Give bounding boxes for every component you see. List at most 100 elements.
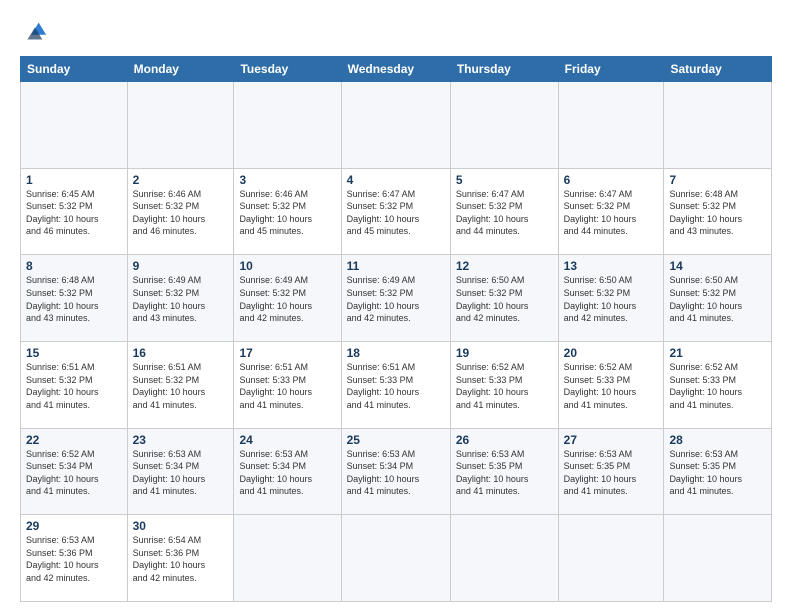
logo: [20, 18, 52, 46]
day-number: 22: [26, 433, 122, 447]
calendar-cell: [234, 515, 341, 602]
day-detail: Sunrise: 6:47 AM Sunset: 5:32 PM Dayligh…: [456, 188, 553, 238]
calendar-cell: [341, 82, 450, 169]
day-detail: Sunrise: 6:50 AM Sunset: 5:32 PM Dayligh…: [564, 274, 659, 324]
day-detail: Sunrise: 6:52 AM Sunset: 5:34 PM Dayligh…: [26, 448, 122, 498]
day-detail: Sunrise: 6:49 AM Sunset: 5:32 PM Dayligh…: [133, 274, 229, 324]
calendar-cell: 14Sunrise: 6:50 AM Sunset: 5:32 PM Dayli…: [664, 255, 772, 342]
calendar-cell: 18Sunrise: 6:51 AM Sunset: 5:33 PM Dayli…: [341, 341, 450, 428]
calendar-cell: 21Sunrise: 6:52 AM Sunset: 5:33 PM Dayli…: [664, 341, 772, 428]
day-number: 28: [669, 433, 766, 447]
calendar-cell: 19Sunrise: 6:52 AM Sunset: 5:33 PM Dayli…: [450, 341, 558, 428]
day-number: 27: [564, 433, 659, 447]
calendar: Sunday Monday Tuesday Wednesday Thursday…: [20, 56, 772, 602]
calendar-cell: [234, 82, 341, 169]
calendar-cell: 6Sunrise: 6:47 AM Sunset: 5:32 PM Daylig…: [558, 168, 664, 255]
day-detail: Sunrise: 6:49 AM Sunset: 5:32 PM Dayligh…: [239, 274, 335, 324]
calendar-cell: 29Sunrise: 6:53 AM Sunset: 5:36 PM Dayli…: [21, 515, 128, 602]
day-number: 21: [669, 346, 766, 360]
calendar-cell: 28Sunrise: 6:53 AM Sunset: 5:35 PM Dayli…: [664, 428, 772, 515]
calendar-cell: 8Sunrise: 6:48 AM Sunset: 5:32 PM Daylig…: [21, 255, 128, 342]
day-detail: Sunrise: 6:51 AM Sunset: 5:32 PM Dayligh…: [26, 361, 122, 411]
day-number: 29: [26, 519, 122, 533]
calendar-cell: 9Sunrise: 6:49 AM Sunset: 5:32 PM Daylig…: [127, 255, 234, 342]
col-sunday: Sunday: [21, 57, 128, 82]
day-number: 18: [347, 346, 445, 360]
day-detail: Sunrise: 6:47 AM Sunset: 5:32 PM Dayligh…: [347, 188, 445, 238]
calendar-cell: 17Sunrise: 6:51 AM Sunset: 5:33 PM Dayli…: [234, 341, 341, 428]
col-saturday: Saturday: [664, 57, 772, 82]
calendar-cell: 23Sunrise: 6:53 AM Sunset: 5:34 PM Dayli…: [127, 428, 234, 515]
day-detail: Sunrise: 6:50 AM Sunset: 5:32 PM Dayligh…: [669, 274, 766, 324]
day-number: 1: [26, 173, 122, 187]
calendar-cell: [450, 515, 558, 602]
calendar-week-0: [21, 82, 772, 169]
day-number: 15: [26, 346, 122, 360]
day-detail: Sunrise: 6:51 AM Sunset: 5:33 PM Dayligh…: [347, 361, 445, 411]
day-number: 5: [456, 173, 553, 187]
calendar-cell: 12Sunrise: 6:50 AM Sunset: 5:32 PM Dayli…: [450, 255, 558, 342]
calendar-week-5: 29Sunrise: 6:53 AM Sunset: 5:36 PM Dayli…: [21, 515, 772, 602]
calendar-week-1: 1Sunrise: 6:45 AM Sunset: 5:32 PM Daylig…: [21, 168, 772, 255]
header-row: Sunday Monday Tuesday Wednesday Thursday…: [21, 57, 772, 82]
page: Sunday Monday Tuesday Wednesday Thursday…: [0, 0, 792, 612]
day-detail: Sunrise: 6:47 AM Sunset: 5:32 PM Dayligh…: [564, 188, 659, 238]
day-number: 6: [564, 173, 659, 187]
calendar-cell: 11Sunrise: 6:49 AM Sunset: 5:32 PM Dayli…: [341, 255, 450, 342]
calendar-cell: [664, 82, 772, 169]
day-number: 11: [347, 259, 445, 273]
calendar-cell: 2Sunrise: 6:46 AM Sunset: 5:32 PM Daylig…: [127, 168, 234, 255]
calendar-cell: [664, 515, 772, 602]
calendar-cell: 1Sunrise: 6:45 AM Sunset: 5:32 PM Daylig…: [21, 168, 128, 255]
day-number: 19: [456, 346, 553, 360]
day-detail: Sunrise: 6:51 AM Sunset: 5:33 PM Dayligh…: [239, 361, 335, 411]
day-detail: Sunrise: 6:53 AM Sunset: 5:35 PM Dayligh…: [669, 448, 766, 498]
calendar-cell: 27Sunrise: 6:53 AM Sunset: 5:35 PM Dayli…: [558, 428, 664, 515]
calendar-cell: 10Sunrise: 6:49 AM Sunset: 5:32 PM Dayli…: [234, 255, 341, 342]
day-number: 20: [564, 346, 659, 360]
day-number: 23: [133, 433, 229, 447]
day-number: 14: [669, 259, 766, 273]
calendar-cell: [341, 515, 450, 602]
calendar-cell: [450, 82, 558, 169]
day-detail: Sunrise: 6:53 AM Sunset: 5:34 PM Dayligh…: [239, 448, 335, 498]
day-detail: Sunrise: 6:52 AM Sunset: 5:33 PM Dayligh…: [669, 361, 766, 411]
calendar-table: Sunday Monday Tuesday Wednesday Thursday…: [20, 56, 772, 602]
day-number: 24: [239, 433, 335, 447]
col-thursday: Thursday: [450, 57, 558, 82]
calendar-cell: 7Sunrise: 6:48 AM Sunset: 5:32 PM Daylig…: [664, 168, 772, 255]
day-detail: Sunrise: 6:45 AM Sunset: 5:32 PM Dayligh…: [26, 188, 122, 238]
day-number: 16: [133, 346, 229, 360]
day-detail: Sunrise: 6:46 AM Sunset: 5:32 PM Dayligh…: [133, 188, 229, 238]
calendar-cell: 26Sunrise: 6:53 AM Sunset: 5:35 PM Dayli…: [450, 428, 558, 515]
calendar-cell: [21, 82, 128, 169]
col-tuesday: Tuesday: [234, 57, 341, 82]
calendar-cell: 5Sunrise: 6:47 AM Sunset: 5:32 PM Daylig…: [450, 168, 558, 255]
col-monday: Monday: [127, 57, 234, 82]
calendar-cell: [127, 82, 234, 169]
day-number: 9: [133, 259, 229, 273]
calendar-cell: 16Sunrise: 6:51 AM Sunset: 5:32 PM Dayli…: [127, 341, 234, 428]
day-number: 7: [669, 173, 766, 187]
calendar-week-3: 15Sunrise: 6:51 AM Sunset: 5:32 PM Dayli…: [21, 341, 772, 428]
day-detail: Sunrise: 6:52 AM Sunset: 5:33 PM Dayligh…: [564, 361, 659, 411]
day-detail: Sunrise: 6:51 AM Sunset: 5:32 PM Dayligh…: [133, 361, 229, 411]
day-detail: Sunrise: 6:46 AM Sunset: 5:32 PM Dayligh…: [239, 188, 335, 238]
calendar-week-2: 8Sunrise: 6:48 AM Sunset: 5:32 PM Daylig…: [21, 255, 772, 342]
day-detail: Sunrise: 6:53 AM Sunset: 5:35 PM Dayligh…: [564, 448, 659, 498]
col-friday: Friday: [558, 57, 664, 82]
calendar-cell: 30Sunrise: 6:54 AM Sunset: 5:36 PM Dayli…: [127, 515, 234, 602]
day-number: 25: [347, 433, 445, 447]
day-number: 4: [347, 173, 445, 187]
day-detail: Sunrise: 6:54 AM Sunset: 5:36 PM Dayligh…: [133, 534, 229, 584]
day-number: 3: [239, 173, 335, 187]
calendar-cell: [558, 515, 664, 602]
calendar-cell: 13Sunrise: 6:50 AM Sunset: 5:32 PM Dayli…: [558, 255, 664, 342]
day-detail: Sunrise: 6:53 AM Sunset: 5:36 PM Dayligh…: [26, 534, 122, 584]
day-detail: Sunrise: 6:52 AM Sunset: 5:33 PM Dayligh…: [456, 361, 553, 411]
col-wednesday: Wednesday: [341, 57, 450, 82]
calendar-cell: 4Sunrise: 6:47 AM Sunset: 5:32 PM Daylig…: [341, 168, 450, 255]
calendar-cell: 22Sunrise: 6:52 AM Sunset: 5:34 PM Dayli…: [21, 428, 128, 515]
calendar-cell: 15Sunrise: 6:51 AM Sunset: 5:32 PM Dayli…: [21, 341, 128, 428]
calendar-header: Sunday Monday Tuesday Wednesday Thursday…: [21, 57, 772, 82]
